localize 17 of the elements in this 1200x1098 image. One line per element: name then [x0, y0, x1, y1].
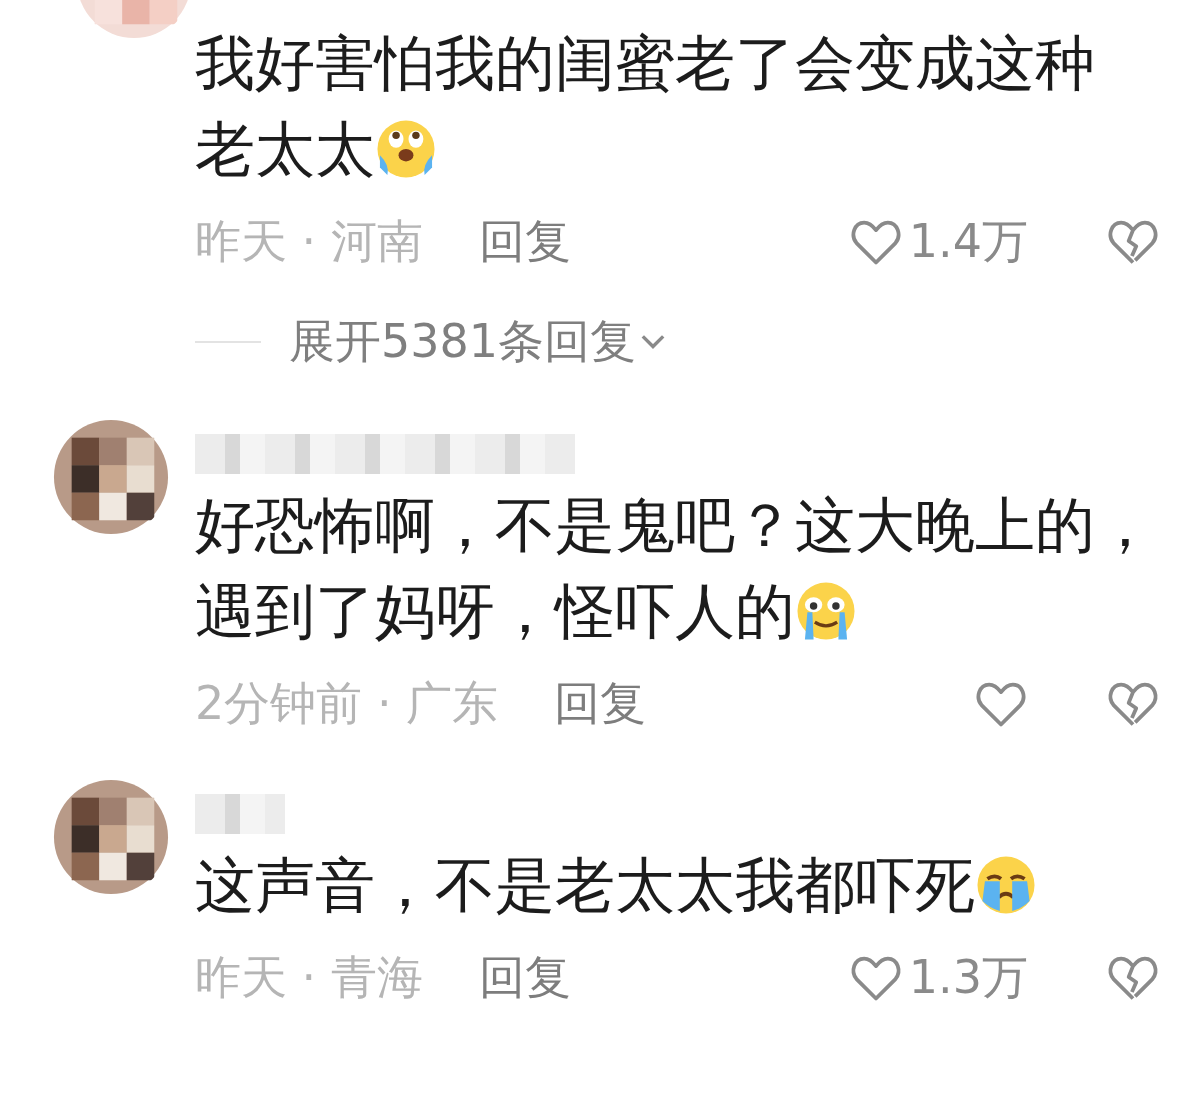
- time-location: 2分钟前 · 广东: [195, 675, 499, 732]
- crying-face-icon: [375, 118, 437, 180]
- crying-face-icon: [975, 854, 1037, 916]
- comment-text: 遇到了妈呀，怪吓人的: [195, 575, 795, 648]
- crying-face-icon: [795, 580, 857, 642]
- time-location: 昨天 · 青海: [195, 949, 423, 1006]
- like-button[interactable]: 1.4万: [848, 211, 1028, 273]
- reply-link[interactable]: 回复: [478, 947, 571, 1009]
- comment-text: 我好害怕我的闺蜜老了会变成这种: [195, 27, 1095, 100]
- comment-text: 老太太: [195, 113, 375, 186]
- expand-replies-link[interactable]: 展开5381条回复: [289, 311, 671, 373]
- reply-link[interactable]: 回复: [478, 211, 571, 273]
- reply-link[interactable]: 回复: [554, 673, 647, 735]
- comment-text: 好恐怖啊，不是鬼吧？这大晚上的，: [195, 489, 1155, 562]
- time-location: 昨天 · 河南: [195, 213, 423, 270]
- comment-text: 这声音，不是老太太我都吓死: [195, 849, 975, 922]
- like-button[interactable]: 1.3万: [848, 947, 1028, 1009]
